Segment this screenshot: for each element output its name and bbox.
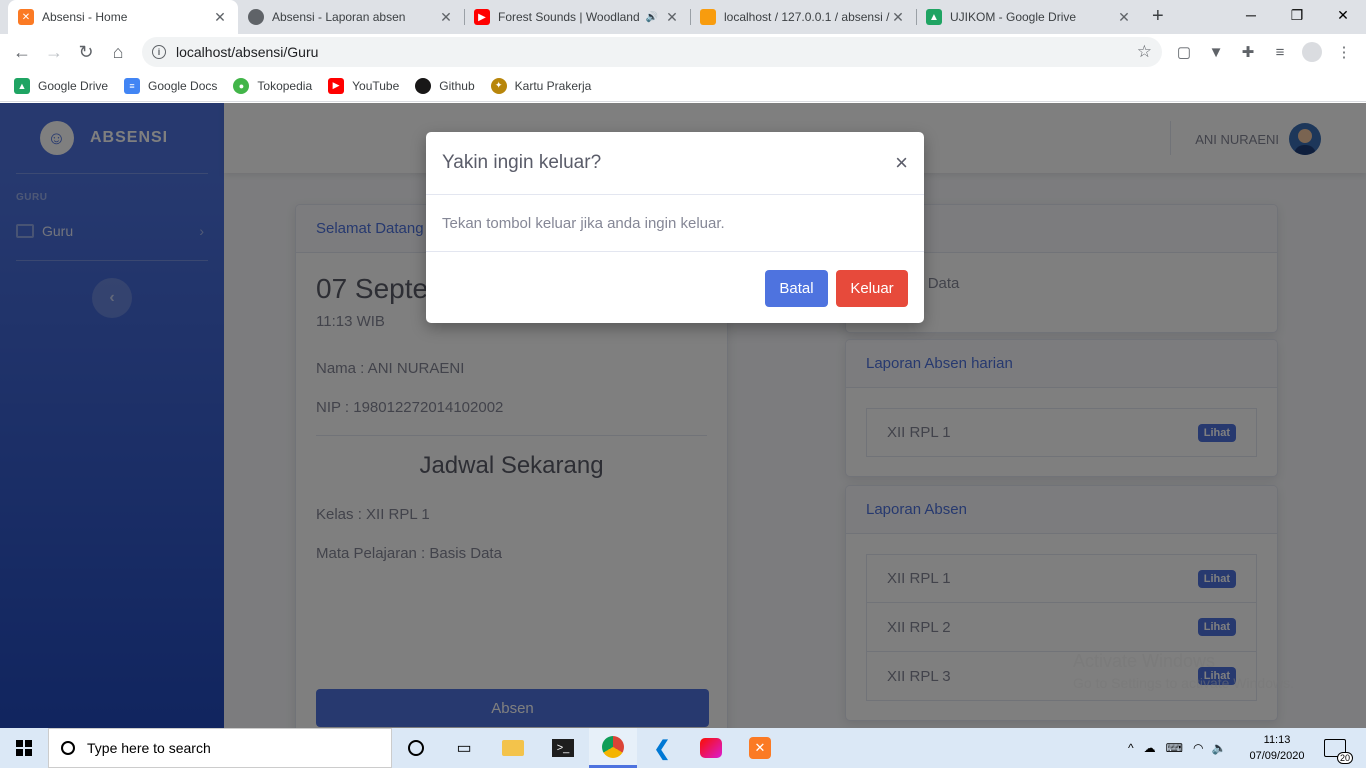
chevron-up-icon[interactable]: ^ bbox=[1128, 741, 1134, 755]
vimeo-extension-icon[interactable]: ▼ bbox=[1206, 42, 1226, 62]
browser-toolbar: ← → ↻ ⌂ i localhost/absensi/Guru ☆ ▢ ▼ ✚… bbox=[0, 34, 1366, 70]
bookmark-label: Google Drive bbox=[38, 78, 109, 93]
vscode-icon[interactable]: ❮ bbox=[638, 728, 686, 768]
puzzle-icon[interactable]: ✚ bbox=[1238, 42, 1258, 62]
file-explorer-icon[interactable] bbox=[489, 728, 537, 768]
bookmark-google-docs[interactable]: ≡ Google Docs bbox=[124, 77, 218, 94]
tab-phpmyadmin[interactable]: localhost / 127.0.0.1 / absensi / ✕ bbox=[690, 0, 916, 34]
reload-icon[interactable]: ↻ bbox=[74, 40, 98, 64]
tab-laporan-absen[interactable]: Absensi - Laporan absen ✕ bbox=[238, 0, 464, 34]
search-placeholder: Type here to search bbox=[87, 740, 211, 756]
home-icon[interactable]: ⌂ bbox=[106, 40, 130, 64]
tab-title: localhost / 127.0.0.1 / absensi / bbox=[724, 10, 890, 24]
clock-date: 07/09/2020 bbox=[1249, 750, 1305, 762]
google-drive-icon: ▲ bbox=[14, 77, 30, 94]
bookmark-label: YouTube bbox=[352, 78, 400, 93]
back-icon[interactable]: ← bbox=[10, 40, 34, 64]
media-control-icon[interactable]: ≡ bbox=[1270, 42, 1290, 62]
bookmark-google-drive[interactable]: ▲ Google Drive bbox=[14, 77, 109, 94]
close-icon[interactable]: ✕ bbox=[438, 9, 454, 26]
cortana-icon[interactable] bbox=[392, 728, 440, 768]
clock-time: 11:13 bbox=[1263, 734, 1291, 746]
tab-absensi-home[interactable]: ✕ Absensi - Home ✕ bbox=[8, 0, 238, 34]
watermark-title: Activate Windows bbox=[1073, 651, 1216, 671]
chrome-icon[interactable] bbox=[589, 728, 637, 768]
bookmark-tokopedia[interactable]: ● Tokopedia bbox=[233, 77, 313, 94]
bookmark-label: Tokopedia bbox=[257, 78, 313, 93]
xampp-icon: ✕ bbox=[18, 9, 34, 25]
close-icon[interactable]: ✕ bbox=[1116, 9, 1132, 26]
watermark-subtitle: Go to Settings to activate Windows. bbox=[1073, 675, 1294, 691]
bookmark-youtube[interactable]: ▶ YouTube bbox=[328, 77, 400, 94]
google-drive-icon: ▲ bbox=[926, 9, 942, 25]
close-icon[interactable]: ✕ bbox=[664, 9, 680, 26]
window-close-button[interactable]: ✕ bbox=[1320, 0, 1366, 30]
tab-title: Forest Sounds | Woodland bbox=[498, 10, 640, 24]
bookmark-kartu-prakerja[interactable]: ✦ Kartu Prakerja bbox=[490, 77, 592, 94]
system-tray: ^ ☁ ⌨ ◠ 🔈 bbox=[1128, 728, 1226, 768]
bookmark-label: Google Docs bbox=[148, 78, 218, 93]
youtube-icon: ▶ bbox=[474, 9, 490, 25]
bookmark-label: Github bbox=[439, 78, 475, 93]
creative-cloud-icon[interactable] bbox=[687, 728, 735, 768]
profile-avatar[interactable] bbox=[1302, 42, 1322, 62]
keyboard-icon[interactable]: ⌨ bbox=[1166, 741, 1183, 755]
youtube-icon: ▶ bbox=[328, 77, 345, 94]
search-icon bbox=[61, 741, 75, 755]
garuda-icon: ✦ bbox=[490, 77, 507, 94]
forward-icon[interactable]: → bbox=[42, 40, 66, 64]
xampp-icon[interactable]: ✕ bbox=[736, 728, 784, 768]
modal-body-text: Tekan tombol keluar jika anda ingin kelu… bbox=[426, 195, 924, 252]
tab-title: Absensi - Home bbox=[42, 10, 128, 24]
maximize-button[interactable]: ❐ bbox=[1274, 0, 1320, 30]
tab-title: UJIKOM - Google Drive bbox=[950, 10, 1077, 24]
google-docs-icon: ≡ bbox=[124, 77, 141, 94]
logout-button[interactable]: Keluar bbox=[836, 270, 908, 307]
minimize-button[interactable]: ─ bbox=[1228, 0, 1274, 30]
info-icon[interactable]: i bbox=[152, 45, 166, 59]
notification-count: 20 bbox=[1336, 752, 1353, 764]
tab-title: Absensi - Laporan absen bbox=[272, 10, 406, 24]
tokopedia-icon: ● bbox=[233, 77, 250, 94]
menu-kebab-icon[interactable]: ⋮ bbox=[1334, 42, 1354, 62]
audio-icon[interactable]: 🔊 bbox=[646, 12, 658, 23]
terminal-icon[interactable]: >_ bbox=[539, 728, 587, 768]
wifi-icon[interactable]: ◠ bbox=[1193, 741, 1203, 755]
windows-logo-icon bbox=[16, 740, 32, 756]
start-button[interactable] bbox=[0, 728, 48, 768]
taskbar-clock[interactable]: 11:13 07/09/2020 bbox=[1242, 732, 1312, 764]
github-icon bbox=[415, 77, 432, 94]
phpmyadmin-icon bbox=[700, 9, 716, 25]
tab-google-drive[interactable]: ▲ UJIKOM - Google Drive ✕ bbox=[916, 0, 1142, 34]
address-bar[interactable]: i localhost/absensi/Guru ☆ bbox=[142, 37, 1162, 67]
logout-modal: Yakin ingin keluar? × Tekan tombol kelua… bbox=[426, 132, 924, 323]
task-view-icon[interactable]: ▭ bbox=[440, 728, 488, 768]
volume-icon[interactable]: 🔈 bbox=[1211, 741, 1226, 755]
activate-windows-watermark: Activate Windows Go to Settings to activ… bbox=[1073, 651, 1294, 691]
browser-tab-bar: ✕ Absensi - Home ✕ Absensi - Laporan abs… bbox=[0, 0, 1366, 34]
bookmark-star-icon[interactable]: ☆ bbox=[1137, 42, 1152, 62]
new-tab-button[interactable]: + bbox=[1152, 5, 1164, 28]
notification-icon: 20 bbox=[1324, 739, 1353, 764]
cancel-button[interactable]: Batal bbox=[765, 270, 828, 307]
onedrive-icon[interactable]: ☁ bbox=[1144, 741, 1156, 755]
close-icon[interactable]: ✕ bbox=[890, 9, 906, 26]
windows-taskbar: Type here to search ▭ >_ ❮ ✕ ^ ☁ ⌨ ◠ 🔈 1… bbox=[0, 728, 1366, 768]
taskbar-search[interactable]: Type here to search bbox=[48, 728, 392, 768]
bookmark-github[interactable]: Github bbox=[415, 77, 475, 94]
tab-forest-sounds[interactable]: ▶ Forest Sounds | Woodland 🔊 ✕ bbox=[464, 0, 690, 34]
close-icon[interactable]: × bbox=[895, 150, 908, 176]
globe-icon bbox=[248, 9, 264, 25]
close-icon[interactable]: ✕ bbox=[212, 9, 228, 26]
extension-icon[interactable]: ▢ bbox=[1174, 42, 1194, 62]
notification-center[interactable]: 20 bbox=[1324, 728, 1353, 768]
url-text: localhost/absensi/Guru bbox=[176, 44, 319, 60]
modal-title: Yakin ingin keluar? bbox=[442, 152, 602, 173]
bookmark-label: Kartu Prakerja bbox=[514, 78, 592, 93]
bookmarks-bar: ▲ Google Drive ≡ Google Docs ● Tokopedia ▶ Y… bbox=[0, 70, 1366, 102]
